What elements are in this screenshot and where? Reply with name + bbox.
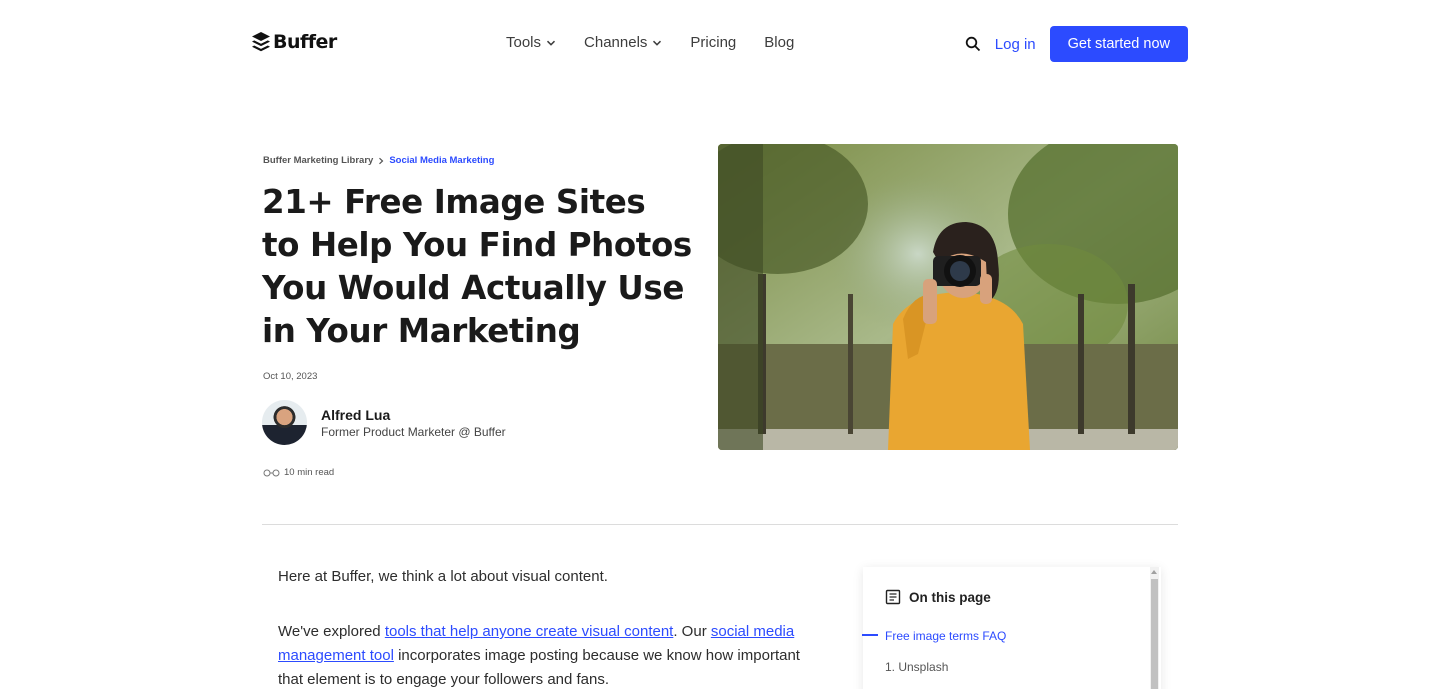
search-button[interactable] — [963, 34, 983, 54]
hero-image — [718, 144, 1178, 450]
read-time-label: 10 min read — [284, 467, 335, 478]
article-paragraph: We've explored tools that help anyone cr… — [278, 620, 823, 689]
main-menu: Tools Channels Pricing Blog — [506, 34, 822, 51]
read-time: 10 min read — [263, 467, 334, 478]
menu-item-pricing[interactable]: Pricing — [690, 34, 736, 51]
document-icon — [885, 589, 901, 605]
scroll-up-icon[interactable] — [1151, 570, 1157, 574]
chevron-down-icon — [547, 40, 556, 46]
avatar[interactable] — [262, 400, 307, 445]
chevron-right-icon — [379, 157, 384, 164]
glasses-icon — [263, 469, 280, 476]
menu-item-channels[interactable]: Channels — [584, 34, 662, 51]
table-of-contents: On this page Free image terms FAQ 1. Uns… — [862, 567, 1161, 689]
menu-item-label: Channels — [584, 34, 648, 51]
logo-text: Buffer — [273, 31, 337, 53]
toc-active-marker — [862, 634, 878, 636]
paragraph-text: . Our — [673, 623, 711, 640]
author-role: Former Product Marketer @ Buffer — [321, 424, 506, 439]
toc-item[interactable]: Free image terms FAQ — [885, 629, 1006, 643]
menu-item-label: Tools — [506, 34, 542, 51]
breadcrumb-item-library[interactable]: Buffer Marketing Library — [263, 155, 373, 166]
menu-item-label: Blog — [764, 34, 795, 51]
chevron-down-icon — [653, 40, 662, 46]
breadcrumb-item-social[interactable]: Social Media Marketing — [389, 155, 494, 166]
nav-actions: Log in Get started now — [963, 26, 1188, 62]
toc-heading: On this page — [885, 589, 991, 605]
toc-heading-label: On this page — [909, 589, 991, 605]
visual-content-tools-link[interactable]: tools that help anyone create visual con… — [385, 623, 674, 640]
breadcrumb: Buffer Marketing Library Social Media Ma… — [263, 155, 494, 166]
toc-scrollbar-thumb[interactable] — [1151, 579, 1158, 689]
menu-item-label: Pricing — [690, 34, 737, 51]
author-name[interactable]: Alfred Lua — [321, 407, 506, 423]
divider — [262, 524, 1178, 525]
login-link[interactable]: Log in — [995, 36, 1036, 53]
get-started-button[interactable]: Get started now — [1049, 26, 1188, 62]
buffer-logo-icon — [252, 32, 270, 52]
page-title: 21+ Free Image Sites to Help You Find Ph… — [262, 183, 692, 350]
photographer-photo — [718, 144, 1178, 450]
article-paragraph: Here at Buffer, we think a lot about vis… — [278, 568, 608, 585]
menu-item-tools[interactable]: Tools — [506, 34, 556, 51]
search-icon — [965, 36, 980, 52]
toc-item[interactable]: 1. Unsplash — [885, 660, 948, 674]
publish-date: Oct 10, 2023 — [263, 371, 318, 382]
menu-item-blog[interactable]: Blog — [764, 34, 794, 51]
author-block: Alfred Lua Former Product Marketer @ Buf… — [262, 400, 506, 445]
paragraph-text: We've explored — [278, 623, 385, 640]
buffer-logo[interactable]: Buffer — [252, 31, 337, 53]
top-navigation: Buffer Tools Channels Pricing Blog Log i… — [0, 0, 1440, 88]
